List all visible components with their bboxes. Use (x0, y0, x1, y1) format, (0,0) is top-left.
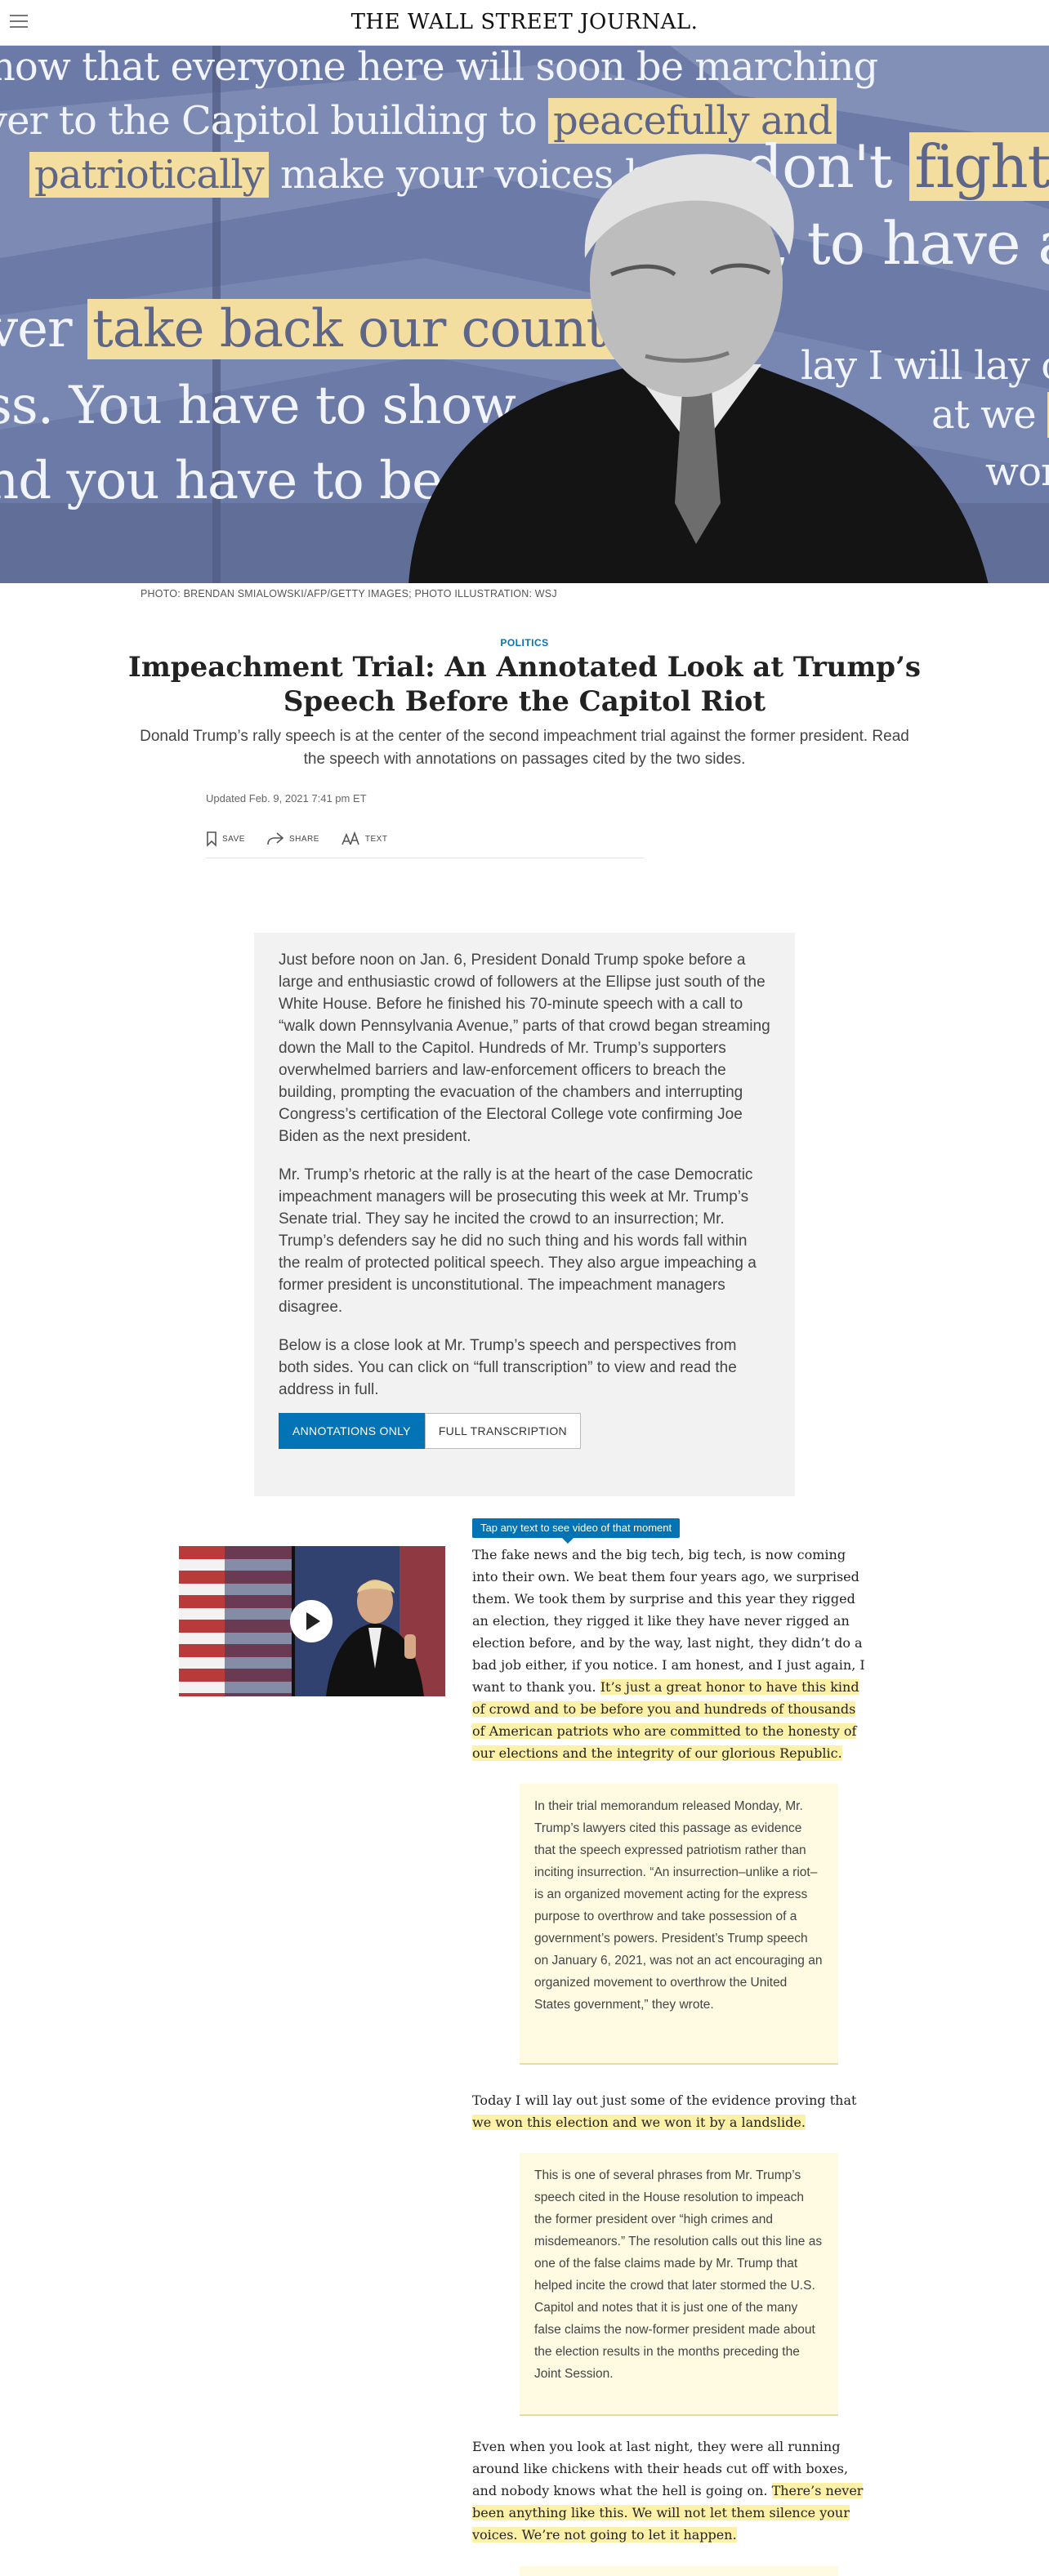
hero-quote-line: now that everyone here will soon be marc… (0, 46, 878, 90)
page-title: Impeachment Trial: An Annotated Look at … (127, 651, 922, 718)
top-bar: THE WALL STREET JOURNAL. (0, 0, 1049, 46)
share-icon (267, 832, 284, 845)
section-label[interactable]: POLITICS (0, 637, 1049, 648)
tap-text-tooltip: Tap any text to see video of that moment (472, 1518, 681, 1544)
annotations-only-button[interactable]: ANNOTATIONS ONLY (279, 1413, 425, 1449)
text-size-icon (341, 831, 359, 845)
highlighted-passage[interactable]: we won this election and we won it by a … (472, 2115, 806, 2130)
annotation-note (520, 2566, 838, 2576)
timestamp: Updated Feb. 9, 2021 7:41 pm ET (206, 792, 367, 804)
trump-portrait-image (408, 154, 989, 583)
play-icon[interactable] (290, 1600, 333, 1642)
share-button[interactable]: SHARE (266, 831, 319, 846)
annotation-note: This is one of several phrases from Mr. … (520, 2153, 838, 2416)
hero-image: now that everyone here will soon be marc… (0, 46, 1049, 583)
intro-paragraph: Just before noon on Jan. 6, President Do… (279, 952, 770, 1145)
save-button[interactable]: SAVE (206, 831, 245, 847)
intro-paragraph: Mr. Trump’s rhetoric at the rally is at … (279, 1166, 757, 1316)
article-dek: Donald Trump’s rally speech is at the ce… (140, 728, 909, 768)
masthead-logo[interactable]: THE WALL STREET JOURNAL. (0, 10, 1049, 34)
full-transcription-button[interactable]: FULL TRANSCRIPTION (424, 1413, 581, 1449)
bookmark-icon (207, 831, 216, 847)
transcript-passage[interactable]: The fake news and the big tech, big tech… (472, 1544, 866, 1764)
photo-credit: PHOTO: BRENDAN SMIALOWSKI/AFP/GETTY IMAG… (141, 588, 557, 599)
transcript-passage[interactable]: Even when you look at last night, they w… (472, 2436, 866, 2546)
intro-box: Just before noon on Jan. 6, President Do… (254, 933, 795, 1496)
transcript-passage[interactable]: Today I will lay out just some of the ev… (472, 2089, 866, 2133)
intro-paragraph: Below is a close look at Mr. Trump’s spe… (279, 1337, 737, 1398)
view-toggle: ANNOTATIONS ONLY FULL TRANSCRIPTION (279, 1413, 581, 1449)
american-flag-image (179, 1546, 293, 1696)
video-player[interactable] (179, 1546, 445, 1696)
article-tools: SAVE SHARE TEXT (206, 827, 387, 851)
annotation-note: In their trial memorandum released Monda… (520, 1784, 838, 2065)
text-size-button[interactable]: TEXT (341, 831, 388, 846)
